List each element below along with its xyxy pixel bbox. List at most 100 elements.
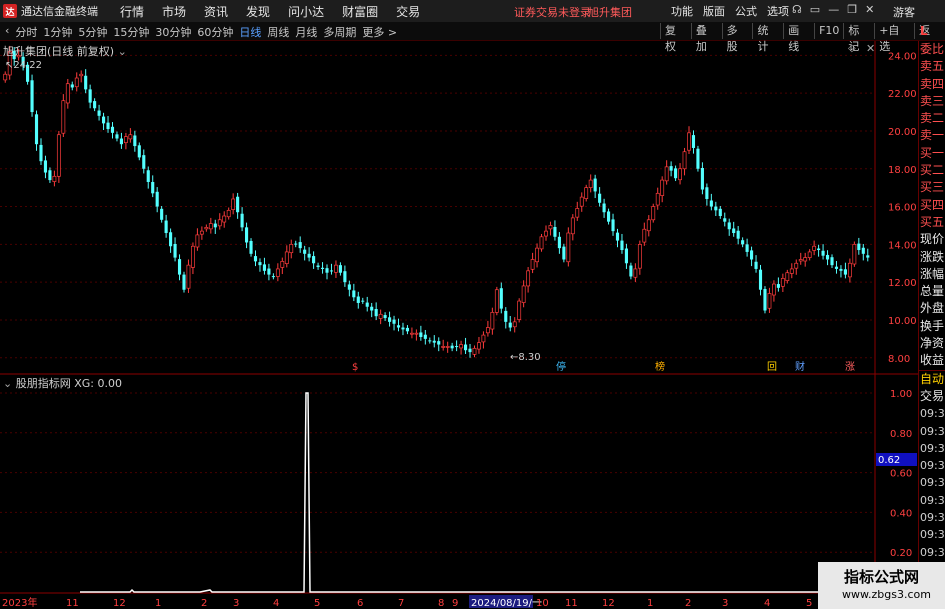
minimize-icon[interactable]: — (828, 3, 839, 16)
menu-item-discover[interactable]: 发现 (237, 3, 279, 20)
candle (423, 329, 427, 345)
candle (378, 309, 383, 325)
candle-body (388, 317, 392, 322)
candle-body (195, 234, 200, 248)
back-button[interactable]: 返回 (914, 23, 945, 53)
menu-item-functions[interactable]: 功能 (666, 3, 698, 19)
chevron-down-icon[interactable]: ⌄ (3, 377, 12, 390)
candle (535, 243, 539, 268)
candle-body (821, 250, 825, 256)
tab-15min[interactable]: 15分钟 (110, 24, 152, 40)
candle-body (477, 342, 481, 350)
app-title: 通达信金融终端 (21, 5, 98, 18)
candle (396, 318, 401, 332)
marker-limit-up[interactable]: 涨 (845, 361, 855, 373)
candle-body (517, 300, 522, 320)
panel-expand-icon[interactable]: ◇ (848, 43, 856, 54)
candle-body (303, 249, 307, 254)
mark-button[interactable]: 标记 (843, 23, 874, 53)
candle (160, 205, 164, 223)
trade-label[interactable]: 交易 (919, 388, 945, 405)
f10-button[interactable]: F10 (814, 23, 843, 39)
candle (544, 225, 548, 241)
tab-5min[interactable]: 5分钟 (75, 24, 110, 40)
sidebar-item: 卖四 (920, 76, 945, 91)
candle-body (245, 227, 249, 243)
chevron-down-icon[interactable]: ⌄ (118, 45, 127, 58)
overlay-button[interactable]: 叠加 (690, 23, 722, 53)
candle-body (750, 250, 754, 260)
candle (343, 265, 347, 287)
candle-body (110, 126, 115, 133)
candle-body (664, 166, 669, 182)
candle-body (674, 168, 678, 179)
marker-list[interactable]: 榜 (655, 360, 665, 373)
candle (606, 208, 611, 225)
tab-multi-period[interactable]: 多周期 (320, 24, 359, 40)
tab-monthly[interactable]: 月线 (292, 24, 320, 40)
candle-body (137, 145, 141, 158)
candle (570, 214, 575, 241)
marker-dollar[interactable]: $ (352, 362, 358, 373)
candle-body (204, 226, 209, 230)
candle (669, 161, 673, 177)
candle-body (383, 315, 387, 319)
candle-body (316, 265, 320, 268)
candle (52, 170, 57, 187)
candle (642, 222, 647, 246)
candle (39, 138, 43, 165)
tab-daily[interactable]: 日线 (236, 24, 264, 40)
candle (213, 219, 217, 234)
candle (517, 298, 522, 323)
multi-stock-button[interactable]: 多股 (721, 23, 753, 53)
tab-1min[interactable]: 1分钟 (40, 24, 75, 40)
adjust-button[interactable]: 复权 (660, 23, 691, 53)
marker-finance[interactable]: 财 (795, 360, 805, 373)
menu-item-quotes[interactable]: 行情 (111, 3, 153, 20)
tab-more[interactable]: 更多 > (359, 24, 400, 40)
menu-item-wealth-circle[interactable]: 财富圈 (333, 3, 387, 20)
menu-item-layout[interactable]: 版面 (698, 3, 730, 19)
time-label: 1 (647, 598, 653, 609)
menu-item-formula[interactable]: 公式 (730, 3, 762, 19)
candle-body (839, 268, 843, 271)
menu-item-news[interactable]: 资讯 (195, 3, 237, 20)
candle (217, 213, 222, 230)
close-icon[interactable]: ✕ (865, 3, 874, 16)
kline-chart[interactable]: 24.00 22.00 20.00 18.00 16.00 14.00 12.0… (0, 41, 918, 609)
indicator-legend[interactable]: ⌄ 股朋指标网 XG: 0.00 (3, 375, 122, 391)
period-tabs: ‹ 分时 1分钟 5分钟 15分钟 30分钟 60分钟 日线 周线 月线 多周期… (2, 24, 400, 40)
window-icon[interactable]: ▭ (810, 3, 820, 16)
candle-body (160, 208, 164, 220)
candle-body (705, 187, 709, 199)
indicator-layer (80, 392, 875, 593)
main-chart-legend[interactable]: 旭升集团(日线 前复权) ⌄ (3, 43, 127, 59)
candle-body (128, 134, 133, 140)
watermark: 指标公式网 www.zbgs3.com (818, 562, 945, 609)
restore-icon[interactable]: ❐ (847, 3, 857, 16)
menu-item-market[interactable]: 市场 (153, 3, 195, 20)
auto-trade-label[interactable]: 自动 (919, 371, 945, 388)
menu-item-trade[interactable]: 交易 (387, 3, 429, 20)
marker-suspend[interactable]: 停 (556, 360, 566, 373)
chevron-left-icon[interactable]: ‹ (2, 24, 12, 40)
menu-item-options[interactable]: 选项 (762, 3, 794, 19)
candle (678, 163, 682, 185)
candle (767, 287, 772, 313)
tab-weekly[interactable]: 周线 (264, 24, 292, 40)
login-status[interactable]: 证券交易未登录 (514, 4, 591, 20)
draw-line-button[interactable]: 画线 (783, 23, 814, 53)
support-icon[interactable]: ☊ (792, 3, 802, 16)
time-highlight-label: 2024/08/19/一 (471, 598, 542, 609)
statistics-button[interactable]: 统计 (752, 23, 783, 53)
add-watchlist-button[interactable]: +自选 (874, 23, 914, 53)
marker-buyback[interactable]: 回 (767, 361, 777, 373)
candle (772, 280, 776, 302)
menu-item-ask-assistant[interactable]: 问小达 (279, 3, 333, 20)
guest-user[interactable]: 游客 (893, 4, 915, 20)
panel-close-icon[interactable]: ✕ (866, 42, 875, 55)
tab-60min[interactable]: 60分钟 (194, 24, 236, 40)
tab-intraday[interactable]: 分时 (12, 24, 40, 40)
candle-body (459, 344, 463, 349)
tab-30min[interactable]: 30分钟 (152, 24, 194, 40)
